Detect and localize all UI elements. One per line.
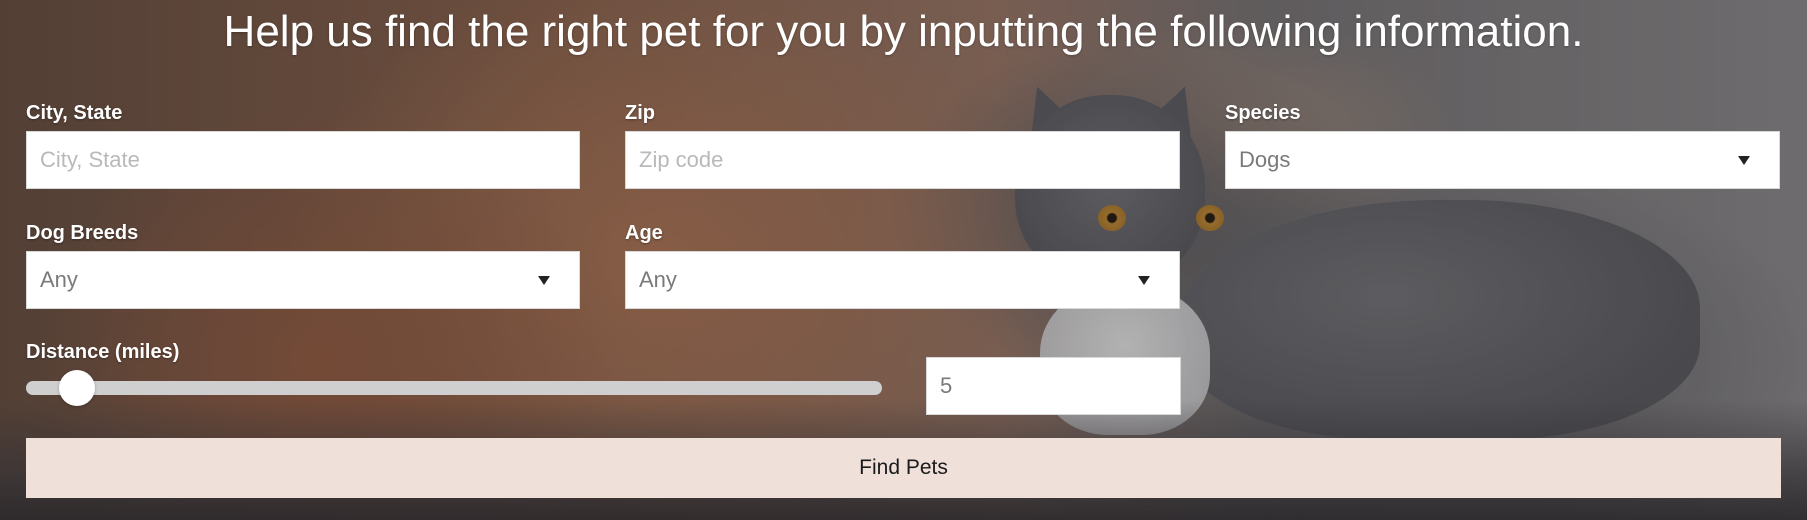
species-label: Species xyxy=(1225,102,1301,124)
find-pets-button[interactable]: Find Pets xyxy=(26,438,1781,498)
age-label: Age xyxy=(625,222,663,244)
page-title: Help us find the right pet for you by in… xyxy=(223,7,1584,56)
distance-slider-thumb[interactable] xyxy=(58,370,95,406)
chevron-down-icon xyxy=(1138,275,1150,285)
species-select[interactable]: Dogs xyxy=(1225,131,1780,189)
distance-label: Distance (miles) xyxy=(26,341,180,363)
distance-input[interactable] xyxy=(926,357,1181,415)
zip-label: Zip xyxy=(625,102,655,124)
chevron-down-icon xyxy=(538,275,550,285)
age-selected-value: Any xyxy=(639,267,677,292)
distance-slider-track[interactable] xyxy=(26,381,882,395)
zip-input[interactable] xyxy=(625,131,1180,189)
age-select[interactable]: Any xyxy=(625,251,1180,309)
city-state-input[interactable] xyxy=(26,131,580,189)
dog-breeds-label: Dog Breeds xyxy=(26,222,139,244)
pet-search-form: Help us find the right pet for you by in… xyxy=(0,0,1807,520)
chevron-down-icon xyxy=(1738,155,1750,165)
dog-breeds-select[interactable]: Any xyxy=(26,251,580,309)
dog-breeds-selected-value: Any xyxy=(40,267,78,292)
species-selected-value: Dogs xyxy=(1239,147,1291,172)
city-state-label: City, State xyxy=(26,102,123,124)
